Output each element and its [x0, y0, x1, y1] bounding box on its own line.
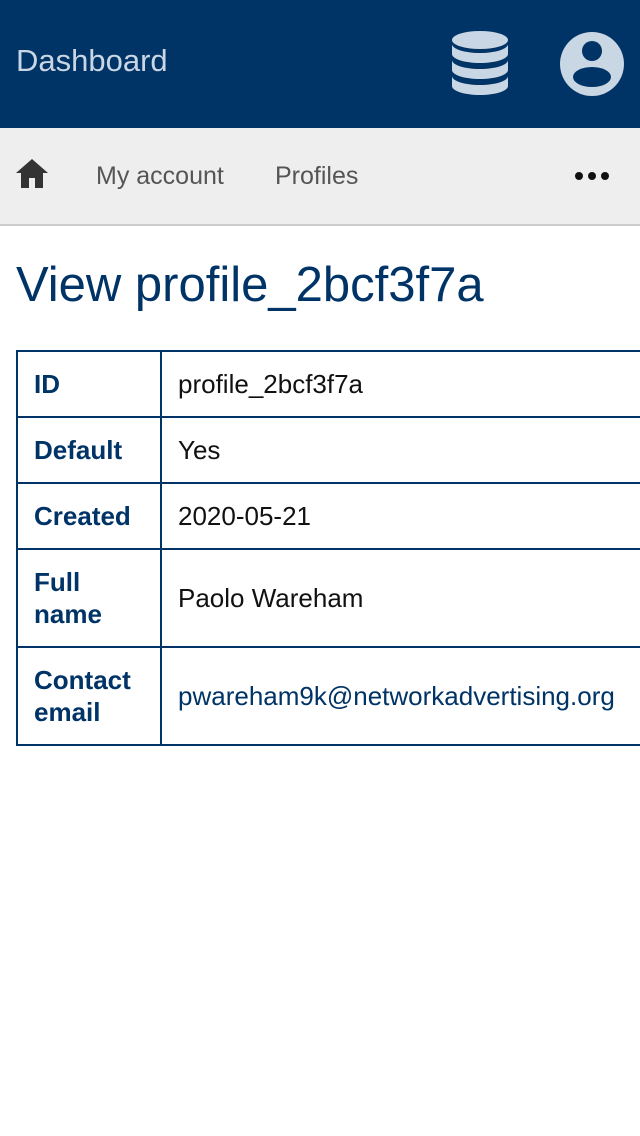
table-row: Contact email pwareham9k@networkadvertis…	[16, 646, 640, 746]
profile-details-table: ID profile_2bcf3f7a Default Yes Created …	[16, 350, 640, 746]
app-title[interactable]: Dashboard	[16, 42, 168, 80]
row-label-id: ID	[16, 350, 162, 418]
home-icon[interactable]	[14, 156, 50, 192]
database-icon[interactable]	[446, 28, 514, 100]
user-account-icon[interactable]	[556, 28, 628, 100]
contact-email-link[interactable]: pwareham9k@networkadvertising.org	[178, 681, 615, 711]
row-value-contact-email: pwareham9k@networkadvertising.org	[160, 646, 640, 746]
app-screen: Dashboard My account Profiles View profi…	[0, 0, 640, 1136]
more-horizontal-icon[interactable]	[572, 164, 612, 188]
row-label-default: Default	[16, 416, 162, 484]
row-value-full-name: Paolo Wareham	[160, 548, 640, 648]
row-label-full-name: Full name	[16, 548, 162, 648]
row-value-default: Yes	[160, 416, 640, 484]
table-row: Full name Paolo Wareham	[16, 548, 640, 648]
app-header: Dashboard	[0, 0, 640, 128]
table-row: Created 2020-05-21	[16, 482, 640, 550]
page-title: View profile_2bcf3f7a	[16, 258, 484, 312]
row-label-contact-email: Contact email	[16, 646, 162, 746]
nav-link-profiles[interactable]: Profiles	[275, 161, 358, 191]
nav-link-my-account[interactable]: My account	[96, 161, 224, 191]
row-label-created: Created	[16, 482, 162, 550]
row-value-id: profile_2bcf3f7a	[160, 350, 640, 418]
table-row: ID profile_2bcf3f7a	[16, 350, 640, 418]
row-value-created: 2020-05-21	[160, 482, 640, 550]
nav-bar: My account Profiles	[0, 128, 640, 226]
table-row: Default Yes	[16, 416, 640, 484]
